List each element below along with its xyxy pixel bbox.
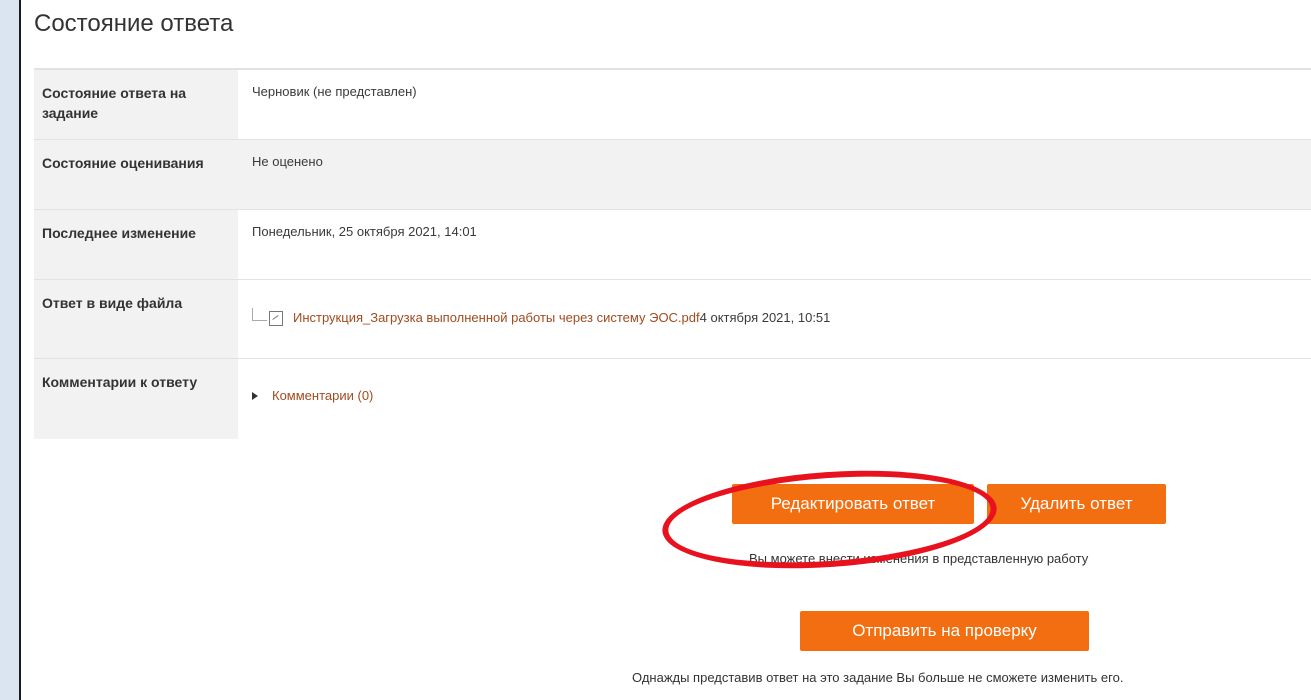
- edit-submission-button[interactable]: Редактировать ответ: [732, 484, 974, 524]
- tree-connector-icon: [252, 307, 267, 321]
- row-value-cell: Не оценено: [238, 139, 1311, 210]
- edit-hint-text: Вы можете внести изменения в представлен…: [749, 551, 1089, 566]
- row-value-cell: Комментарии (0): [238, 358, 1311, 439]
- row-value-cell: Понедельник, 25 октября 2021, 14:01: [238, 209, 1311, 280]
- pdf-file-icon: [269, 310, 283, 326]
- last-modified-label: Последнее изменение: [42, 225, 196, 241]
- submission-status-panel: Состояние ответа Состояние ответа на зад…: [19, 0, 1311, 700]
- file-download-link[interactable]: Инструкция_Загрузка выполненной работы ч…: [293, 308, 700, 328]
- table-row: Ответ в виде файла Инструкция_Загрузка в…: [34, 279, 1311, 359]
- table-row: Комментарии к ответу Комментарии (0): [34, 358, 1311, 439]
- submission-status-table: Состояние ответа на задание Черновик (не…: [34, 69, 1311, 439]
- screen-background: Состояние ответа Состояние ответа на зад…: [0, 0, 1311, 700]
- table-row: Состояние ответа на задание Черновик (не…: [34, 69, 1311, 140]
- row-label-cell: Последнее изменение: [34, 209, 238, 280]
- comments-toggle[interactable]: Комментарии (0): [252, 359, 1311, 406]
- row-label-cell: Состояние ответа на задание: [34, 69, 238, 140]
- grading-status-label: Состояние оценивания: [42, 155, 204, 171]
- row-value-cell: Черновик (не представлен): [238, 69, 1311, 140]
- grading-status-value: Не оценено: [252, 154, 323, 169]
- file-submission-label: Ответ в виде файла: [42, 295, 183, 311]
- delete-submission-button[interactable]: Удалить ответ: [987, 484, 1166, 524]
- submit-for-grading-button[interactable]: Отправить на проверку: [800, 611, 1089, 651]
- page-title: Состояние ответа: [34, 10, 234, 37]
- file-date: 4 октября 2021, 10:51: [699, 310, 831, 325]
- file-tree-item: Инструкция_Загрузка выполненной работы ч…: [252, 280, 1311, 328]
- comments-link[interactable]: Комментарии (0): [272, 386, 373, 406]
- comments-label: Комментарии к ответу: [42, 374, 198, 390]
- submission-status-value: Черновик (не представлен): [252, 84, 417, 99]
- table-row: Состояние оценивания Не оценено: [34, 139, 1311, 210]
- submit-warning-text: Однажды представив ответ на это задание …: [632, 670, 1124, 685]
- row-label-cell: Состояние оценивания: [34, 139, 238, 210]
- table-row: Последнее изменение Понедельник, 25 октя…: [34, 209, 1311, 280]
- expand-triangle-icon[interactable]: [252, 392, 258, 400]
- row-value-cell: Инструкция_Загрузка выполненной работы ч…: [238, 279, 1311, 359]
- last-modified-value: Понедельник, 25 октября 2021, 14:01: [252, 224, 477, 239]
- row-label-cell: Ответ в виде файла: [34, 279, 238, 359]
- submission-status-label: Состояние ответа на задание: [42, 85, 187, 121]
- row-label-cell: Комментарии к ответу: [34, 358, 238, 439]
